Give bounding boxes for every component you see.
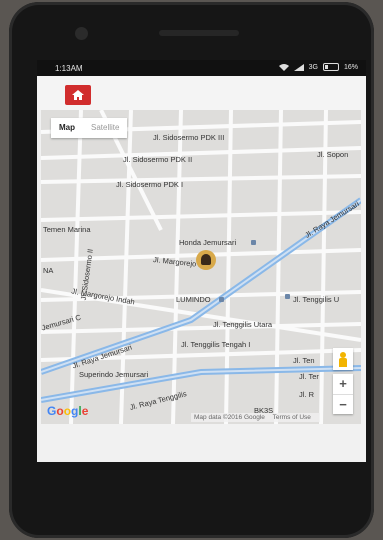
battery-icon: [322, 63, 339, 71]
screen: 1:13AM 3G 16% Map Satellite Jl. Sidoserm…: [37, 60, 366, 462]
street-view-pegman-icon[interactable]: [333, 348, 353, 370]
status-icons: 3G 16%: [278, 63, 358, 71]
earpiece-speaker: [159, 30, 239, 36]
terms-of-use-link[interactable]: Terms of Use: [273, 414, 311, 421]
user-location-marker[interactable]: [196, 250, 216, 270]
poi-label: Temen Marina: [43, 225, 91, 234]
zoom-control: + −: [333, 374, 353, 414]
network-type: 3G: [308, 63, 318, 71]
map-data-credit: Map data ©2016 Google: [194, 414, 265, 421]
street-label: Jl. R: [299, 390, 314, 399]
street-label: Jl. Sidosermo PDK II: [123, 155, 193, 164]
street-label: Jl. Sidosermo PDK I: [116, 180, 184, 189]
poi-label: Honda Jemursari: [179, 238, 237, 247]
status-bar: 1:13AM 3G 16%: [37, 60, 366, 76]
map-type-control: Map Satellite: [51, 118, 128, 138]
phone-frame: 1:13AM 3G 16% Map Satellite Jl. Sidoserm…: [9, 2, 374, 538]
google-logo: Google: [47, 404, 89, 418]
street-label: Jl. Sopon: [317, 150, 349, 159]
zoom-out-button[interactable]: −: [333, 395, 353, 415]
signal-icon: [293, 63, 304, 71]
battery-level: 16%: [343, 63, 358, 71]
poi-label: NA: [43, 266, 54, 275]
below-map-area: [37, 424, 366, 462]
street-label: Jl. Tenggilis Utara: [213, 320, 273, 329]
map-type-map[interactable]: Map: [51, 118, 83, 138]
street-label: Jl. Tenggilis U: [293, 295, 340, 304]
poi-label: Superindo Jemursari: [79, 370, 149, 379]
poi-label: LUMINDO: [176, 295, 211, 304]
home-icon: [72, 90, 84, 100]
street-label: Jl. Tenggilis Tengah I: [181, 340, 251, 349]
poi-icon: [285, 294, 290, 299]
status-time: 1:13AM: [55, 64, 83, 73]
map-view[interactable]: Map Satellite Jl. Sidosermo PDK III Jl. …: [41, 110, 361, 424]
street-label: Jl. Ten: [293, 356, 315, 365]
home-button[interactable]: [65, 85, 91, 105]
poi-icon: [219, 297, 224, 302]
map-type-satellite[interactable]: Satellite: [83, 118, 127, 138]
front-camera: [75, 27, 88, 40]
app-header: [37, 76, 366, 110]
map-attribution: Map data ©2016 Google Terms of Use: [191, 413, 320, 422]
zoom-in-button[interactable]: +: [333, 374, 353, 395]
poi-icon: [251, 240, 256, 245]
street-label: Jl. Sidosermo PDK III: [153, 133, 225, 142]
wifi-icon: [278, 63, 289, 71]
street-label: Jl. Ter: [299, 372, 319, 381]
